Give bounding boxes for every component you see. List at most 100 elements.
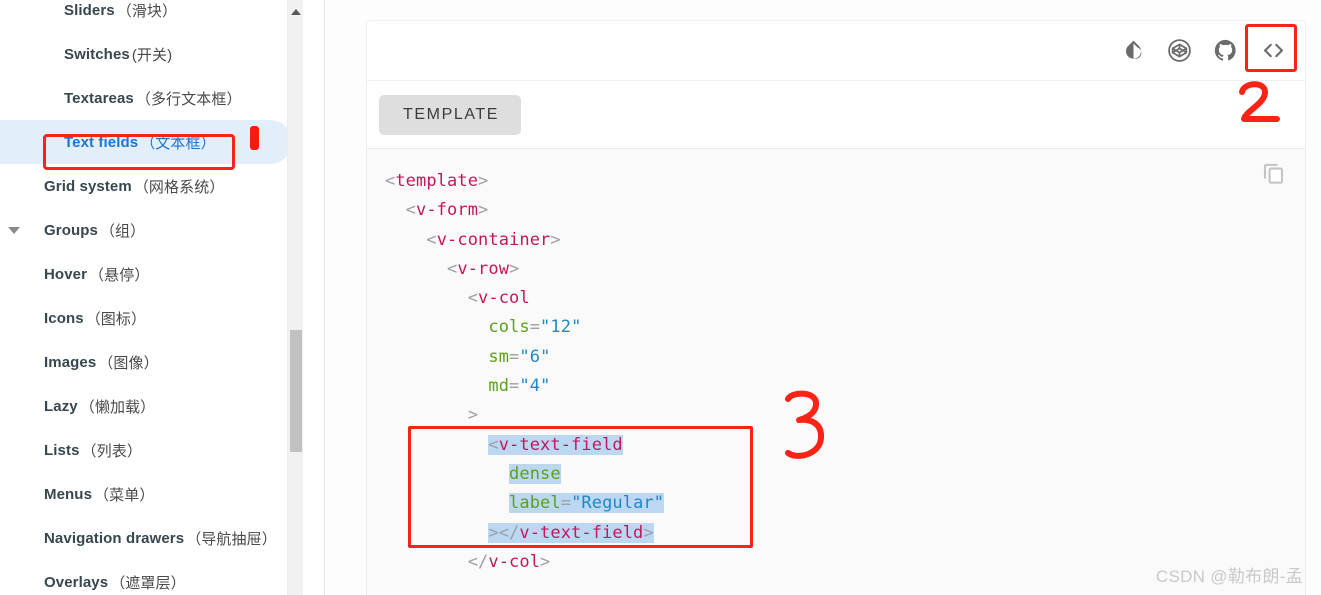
code-token-pun: <: [488, 434, 499, 455]
code-token-q: ": [540, 346, 551, 367]
sidebar-item-lazy[interactable]: Lazy （懒加载）: [0, 384, 303, 428]
code-token-tag: v-row: [457, 258, 510, 279]
code-brackets-icon[interactable]: [1251, 29, 1295, 73]
sidebar-item-label-en: Overlays: [44, 573, 109, 591]
code-token-pun: <: [385, 171, 396, 191]
code-token-q: ": [571, 317, 582, 338]
code-line: <v-text-field: [385, 434, 623, 455]
sidebar-item-label-en: Textareas: [64, 89, 134, 107]
sidebar-item-label-cn: （图像）: [98, 354, 159, 372]
github-icon[interactable]: [1203, 29, 1247, 73]
sidebar-item-lists[interactable]: Lists （列表）: [0, 428, 303, 472]
sidebar-item-label-en: Sliders: [64, 1, 115, 19]
code-token-pun: >: [550, 229, 561, 250]
code-token-attr: md: [488, 376, 510, 397]
sidebar-item-navigation-drawers[interactable]: Navigation drawers （导航抽屉）: [0, 516, 303, 560]
code-token-q: ": [540, 376, 551, 397]
code-token-q: ": [519, 376, 530, 397]
code-line: ></v-text-field>: [385, 522, 654, 543]
sidebar-item-label-cn: （图标）: [85, 310, 147, 328]
code-line: cols="12": [385, 317, 581, 337]
chevron-down-icon[interactable]: [8, 226, 20, 234]
code-token-attr: label: [509, 493, 561, 514]
code-line: </v-col>: [385, 551, 551, 572]
code-token-pun: >: [467, 405, 479, 426]
sidebar-item-grid-system[interactable]: Grid system （网格系统）: [0, 164, 303, 208]
code-token-pun: <: [447, 258, 458, 279]
code-token-attr: dense: [509, 463, 561, 484]
code-token-tag: v-col: [488, 551, 541, 572]
code-token-tag: v-col: [478, 288, 530, 309]
copy-icon[interactable]: [1260, 159, 1287, 191]
code-token-val: 4: [529, 376, 541, 397]
codepen-icon[interactable]: [1157, 29, 1201, 73]
code-token-tag: v-container: [436, 229, 551, 250]
sidebar-item-label-en: Text fields: [64, 133, 139, 151]
sidebar-item-label-cn: （遮罩层）: [110, 574, 186, 592]
code-block: <template> <v-form> <v-container> <v-row…: [367, 149, 1305, 595]
code-token-val: 6: [529, 346, 541, 367]
sidebar-item-sliders[interactable]: Sliders （滑块）: [0, 0, 303, 32]
code-token-attr: cols: [488, 317, 530, 338]
sidebar-item-list: Sliders （滑块） Switches (开关) Textareas （多行文本框） T…: [0, 0, 303, 595]
sidebar-item-label-cn: （悬停）: [89, 266, 150, 284]
sidebar-item-groups[interactable]: Groups （组）: [0, 208, 303, 252]
sidebar-item-text-fields[interactable]: Text fields （文本框）: [0, 120, 292, 164]
scroll-up-arrow-icon[interactable]: [290, 9, 301, 15]
code-token-val: Regular: [581, 493, 654, 514]
sidebar-item-menus[interactable]: Menus （菜单）: [0, 472, 303, 516]
sidebar-item-label-cn: （列表）: [81, 442, 142, 460]
code-token-pun: >: [643, 522, 654, 543]
app-root: Sliders （滑块） Switches (开关) Textareas （多行文本框） T…: [0, 0, 1321, 595]
sidebar-item-images[interactable]: Images （图像）: [0, 340, 303, 384]
code-token-pun: <: [467, 288, 479, 309]
code-token-pun: <: [426, 229, 437, 250]
code-line: md="4": [385, 376, 550, 396]
sidebar-item-label-en: Groups: [44, 221, 98, 239]
code-token-tag: v-text-field: [519, 522, 644, 543]
code-token-tag: v-form: [416, 200, 479, 221]
code-token-q: ": [653, 493, 665, 514]
tab-template[interactable]: TEMPLATE: [379, 94, 522, 135]
sidebar-item-label-cn: (开关): [131, 46, 173, 64]
code-line: >: [385, 405, 478, 425]
code-token-tag: v-text-field: [498, 434, 623, 455]
sidebar-scrollbar-thumb[interactable]: [290, 330, 302, 452]
sidebar-item-label-cn: （组）: [99, 222, 146, 240]
sidebar-item-label-cn: （菜单）: [94, 486, 155, 504]
code-line: label="Regular": [385, 493, 665, 514]
code-line: sm="6": [385, 347, 550, 367]
sidebar-item-switches[interactable]: Switches (开关): [0, 32, 303, 76]
code-token-pun: >: [509, 258, 520, 279]
main-content: TEMPLATE <template> <v-form> <v-containe…: [325, 0, 1321, 595]
code-token-pun: =: [560, 493, 572, 514]
sidebar-item-label-en: Hover: [44, 265, 88, 283]
code-token-pun: =: [529, 317, 541, 338]
code-token-pun: >: [478, 200, 489, 221]
code-token-q: ": [571, 493, 582, 514]
code-token-attr: sm: [488, 346, 510, 367]
card-toolbar: [367, 21, 1305, 81]
sidebar-item-hover[interactable]: Hover （悬停）: [0, 252, 303, 296]
code-line: <v-form>: [385, 200, 489, 221]
sidebar-item-textareas[interactable]: Textareas （多行文本框）: [0, 76, 303, 120]
sidebar-item-label-cn: （多行文本框）: [135, 90, 242, 108]
annotation-1-mark: [250, 126, 259, 150]
code-content[interactable]: <template> <v-form> <v-container> <v-row…: [367, 167, 1305, 577]
sidebar-item-overlays[interactable]: Overlays （遮罩层）: [0, 560, 303, 595]
sidebar-item-label-en: Switches: [64, 45, 130, 63]
invert-colors-icon[interactable]: [1111, 29, 1155, 73]
code-token-pun: >: [478, 171, 489, 191]
sidebar-item-label-en: Menus: [44, 485, 93, 503]
sidebar-item-label-en: Icons: [44, 309, 84, 327]
tabs-bar: TEMPLATE: [367, 81, 1305, 149]
sidebar-item-icons[interactable]: Icons （图标）: [0, 296, 303, 340]
sidebar-scrollbar[interactable]: [287, 0, 303, 595]
sidebar-item-label-cn: （导航抽屉）: [186, 530, 277, 548]
code-token-val: 12: [550, 317, 572, 338]
code-token-pun: </: [467, 551, 489, 572]
code-token-pun: <: [405, 200, 417, 221]
sidebar-navigation: Sliders （滑块） Switches (开关) Textareas （多行文本框） T…: [0, 0, 303, 595]
code-line: <template>: [385, 171, 488, 191]
sidebar-item-label-cn: （文本框）: [140, 134, 216, 152]
